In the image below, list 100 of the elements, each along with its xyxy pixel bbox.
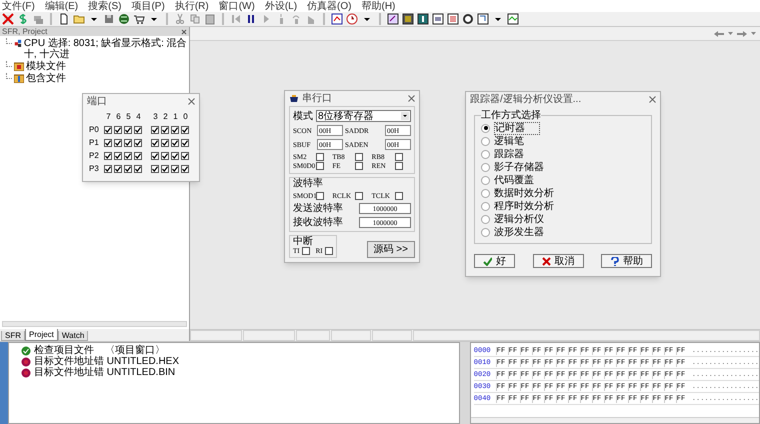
option-label[interactable]: 代码覆盖: [494, 174, 534, 186]
close-icon[interactable]: [181, 28, 187, 34]
checkbox[interactable]: [124, 165, 132, 173]
checkbox[interactable]: [124, 139, 132, 147]
horizontal-scrollbar[interactable]: [470, 417, 760, 423]
menu-item[interactable]: 项目(P): [131, 0, 165, 12]
checkbox[interactable]: [171, 165, 179, 173]
checkbox[interactable]: [171, 139, 179, 147]
checkbox[interactable]: [161, 165, 169, 173]
option-label[interactable]: 逻辑笔: [494, 136, 524, 146]
checkbox[interactable]: [181, 165, 189, 173]
option-label[interactable]: 逻辑分析仪: [494, 214, 544, 224]
checkbox[interactable]: [114, 152, 122, 160]
menu-item[interactable]: 仿真器(O): [307, 0, 352, 12]
option-label[interactable]: 影子存储器: [494, 162, 544, 172]
menu-item[interactable]: 搜索(S): [88, 0, 122, 12]
option-label[interactable]: 记时器: [494, 122, 540, 134]
close-icon[interactable]: [408, 95, 415, 102]
dialog-button[interactable]: 好: [474, 254, 515, 268]
radio-button[interactable]: [481, 188, 490, 198]
tree-item[interactable]: CPU 选择: 8031; 缺省显示格式: 混合十, 十六进: [24, 38, 189, 60]
forward-arrow-icon[interactable]: [737, 30, 747, 36]
checkbox[interactable]: [114, 139, 122, 147]
radio-button[interactable]: [481, 136, 490, 146]
chart-icon[interactable]: [331, 13, 343, 25]
checkbox[interactable]: [181, 126, 189, 134]
menu-item[interactable]: 外设(L): [264, 0, 298, 12]
checkbox[interactable]: [355, 192, 364, 200]
checkbox[interactable]: [124, 152, 132, 160]
radio-button[interactable]: [481, 228, 490, 236]
panel-tab[interactable]: Project: [25, 329, 58, 341]
checkbox[interactable]: [171, 152, 179, 160]
checkbox[interactable]: [316, 162, 324, 170]
option-label[interactable]: 程序时效分析: [494, 200, 554, 212]
menu-item[interactable]: 执行(R): [174, 0, 209, 12]
checkbox[interactable]: [104, 165, 112, 173]
checkbox[interactable]: [151, 139, 159, 147]
globe-icon[interactable]: [118, 13, 130, 25]
checkbox[interactable]: [161, 139, 169, 147]
checkbox[interactable]: [161, 126, 169, 134]
clock-icon[interactable]: [346, 13, 358, 25]
checkbox[interactable]: [104, 126, 112, 134]
dialog-button[interactable]: 取消: [532, 254, 584, 268]
stop-icon[interactable]: [2, 13, 14, 25]
checkbox[interactable]: [104, 139, 112, 147]
radio-button[interactable]: [481, 176, 490, 184]
checkbox[interactable]: [161, 152, 169, 160]
checkbox[interactable]: [355, 162, 364, 170]
checkbox[interactable]: [316, 153, 324, 161]
checkbox[interactable]: [114, 126, 122, 134]
window-icon[interactable]: [477, 13, 489, 25]
dropdown-caret-icon[interactable]: [728, 32, 733, 35]
panel-tab[interactable]: Watch: [58, 331, 88, 341]
checkbox[interactable]: [134, 126, 142, 134]
menu-item[interactable]: 文件(F): [2, 0, 35, 12]
dropdown-caret-icon[interactable]: [751, 32, 756, 35]
checkbox[interactable]: [134, 152, 142, 160]
checkbox[interactable]: [151, 165, 159, 173]
window-icon[interactable]: [507, 13, 519, 25]
radio-button[interactable]: [481, 162, 490, 172]
menu-item[interactable]: 窗口(W): [218, 0, 255, 12]
radio-button[interactable]: [481, 150, 490, 158]
close-icon[interactable]: [649, 96, 656, 103]
cart-icon[interactable]: [133, 13, 145, 25]
tree-item[interactable]: 模块文件: [26, 61, 66, 72]
menu-item[interactable]: 编辑(E): [44, 0, 78, 12]
checkbox[interactable]: [302, 247, 310, 255]
radio-button[interactable]: [481, 202, 490, 210]
checkbox[interactable]: [181, 152, 189, 160]
checkbox[interactable]: [355, 153, 364, 161]
paste-icon[interactable]: [204, 13, 216, 25]
checkbox[interactable]: [394, 192, 403, 200]
back-arrow-icon[interactable]: [714, 30, 724, 36]
checkbox[interactable]: [151, 152, 159, 160]
dollar-icon[interactable]: [17, 13, 29, 25]
option-label[interactable]: 数据时效分析: [494, 188, 554, 198]
menu-item[interactable]: 帮助(H): [362, 0, 396, 12]
source-button[interactable]: 源码 >>: [366, 241, 415, 258]
checkbox[interactable]: [134, 139, 142, 147]
window-icon[interactable]: [387, 13, 399, 25]
radio-button[interactable]: [481, 124, 490, 132]
window-icon[interactable]: [402, 13, 414, 25]
close-icon[interactable]: [188, 98, 195, 105]
checkbox[interactable]: [394, 162, 403, 170]
option-label[interactable]: 波形发生器: [494, 226, 544, 238]
pause-icon[interactable]: [245, 13, 257, 25]
mode-dropdown[interactable]: 8位移寄存器: [316, 110, 411, 122]
checkbox[interactable]: [124, 126, 132, 134]
checkbox[interactable]: [324, 247, 333, 255]
window-icon[interactable]: [417, 13, 429, 25]
panel-tab[interactable]: SFR: [1, 331, 25, 341]
checkbox[interactable]: [104, 152, 112, 160]
checkbox[interactable]: [114, 165, 122, 173]
checkbox[interactable]: [151, 126, 159, 134]
checkbox[interactable]: [134, 165, 142, 173]
horizontal-scrollbar[interactable]: [2, 321, 187, 327]
radio-button[interactable]: [481, 214, 490, 224]
option-label[interactable]: 跟踪器: [494, 148, 524, 160]
checkbox[interactable]: [316, 192, 324, 200]
checkbox[interactable]: [171, 126, 179, 134]
